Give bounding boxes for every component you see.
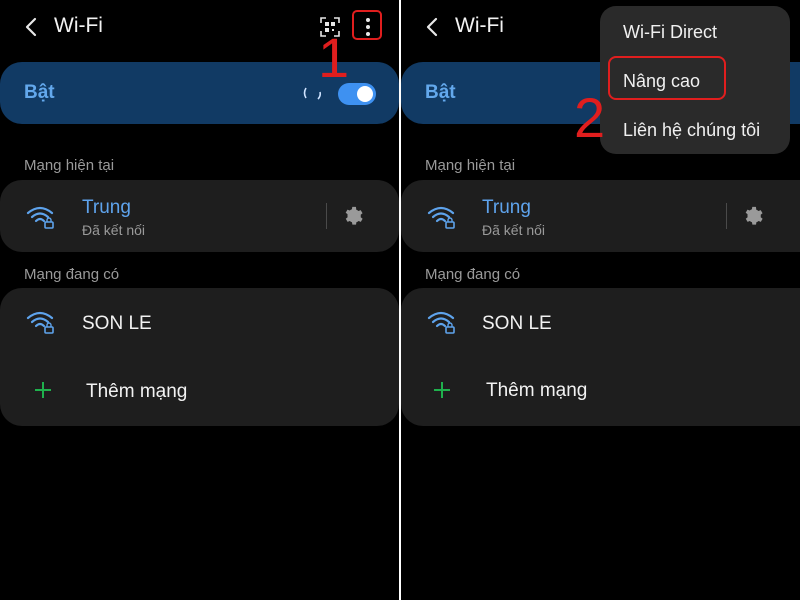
wifi-lock-icon xyxy=(26,206,54,229)
page-title: Wi-Fi xyxy=(54,14,103,37)
network-name: SON LE xyxy=(482,313,552,334)
back-arrow-icon[interactable] xyxy=(421,14,445,40)
left-screenshot-panel: Wi-Fi Bật Mạng hiện tại Trung Đã kết nối xyxy=(0,0,399,600)
network-name: SON LE xyxy=(82,313,152,334)
current-network-card[interactable]: Trung Đã kết nối xyxy=(0,180,399,252)
current-network-name: Trung xyxy=(482,197,531,218)
available-networks-card: SON LE Thêm mạng xyxy=(401,288,800,426)
add-network-label: Thêm mạng xyxy=(486,380,588,401)
vertical-divider xyxy=(326,203,327,229)
current-network-status: Đã kết nối xyxy=(82,222,146,238)
wifi-toggle-label: Bật xyxy=(24,82,55,103)
current-network-card[interactable]: Trung Đã kết nối xyxy=(401,180,800,252)
step1-highlight-box xyxy=(352,10,382,40)
step2-number: 2 xyxy=(574,86,606,149)
available-networks-card: SON LE Thêm mạng xyxy=(0,288,399,426)
current-network-name: Trung xyxy=(82,197,131,218)
current-network-section-label: Mạng hiện tại xyxy=(24,157,115,174)
step1-number: 1 xyxy=(318,26,350,89)
add-network-label: Thêm mạng xyxy=(86,381,188,402)
back-arrow-icon[interactable] xyxy=(20,14,44,40)
gear-icon[interactable] xyxy=(342,205,364,227)
wifi-toggle-label: Bật xyxy=(425,82,456,103)
menu-item-contact-us[interactable]: Liên hệ chúng tôi xyxy=(623,120,760,141)
switch-knob xyxy=(357,86,373,102)
wifi-lock-icon xyxy=(26,311,54,334)
available-networks-section-label: Mạng đang có xyxy=(24,266,120,283)
step2-highlight-box xyxy=(608,56,726,100)
vertical-divider xyxy=(726,203,727,229)
gear-icon[interactable] xyxy=(742,205,764,227)
plus-icon xyxy=(434,382,450,398)
available-networks-section-label: Mạng đang có xyxy=(425,266,521,283)
menu-item-wifi-direct[interactable]: Wi-Fi Direct xyxy=(623,22,717,43)
current-network-status: Đã kết nối xyxy=(482,222,546,238)
wifi-lock-icon xyxy=(427,206,455,229)
page-title: Wi-Fi xyxy=(455,14,504,37)
plus-icon xyxy=(35,382,51,398)
wifi-lock-icon xyxy=(427,311,455,334)
current-network-section-label: Mạng hiện tại xyxy=(425,157,516,174)
